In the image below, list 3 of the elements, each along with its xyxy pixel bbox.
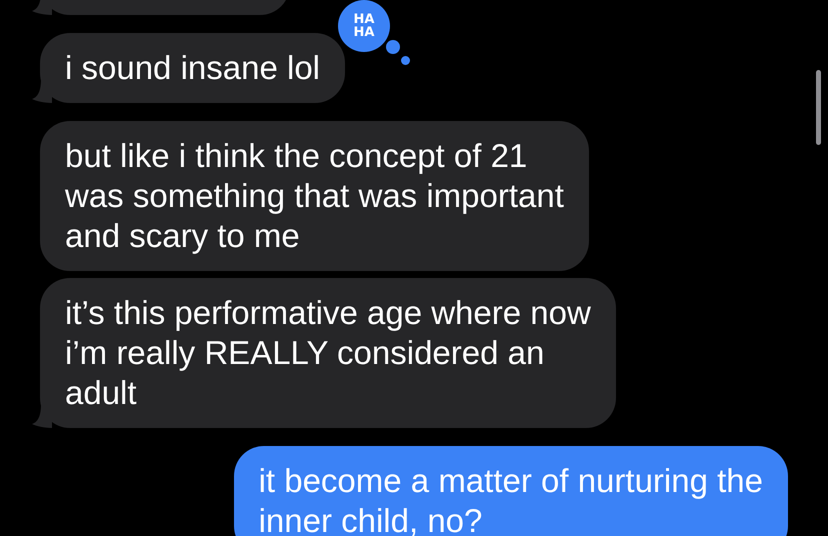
- bubble-tail: [32, 404, 54, 428]
- tapback-label: HA HA: [354, 13, 374, 39]
- message-bubble: but like i think the concept of 21 was something that was important and scary to me: [40, 121, 589, 271]
